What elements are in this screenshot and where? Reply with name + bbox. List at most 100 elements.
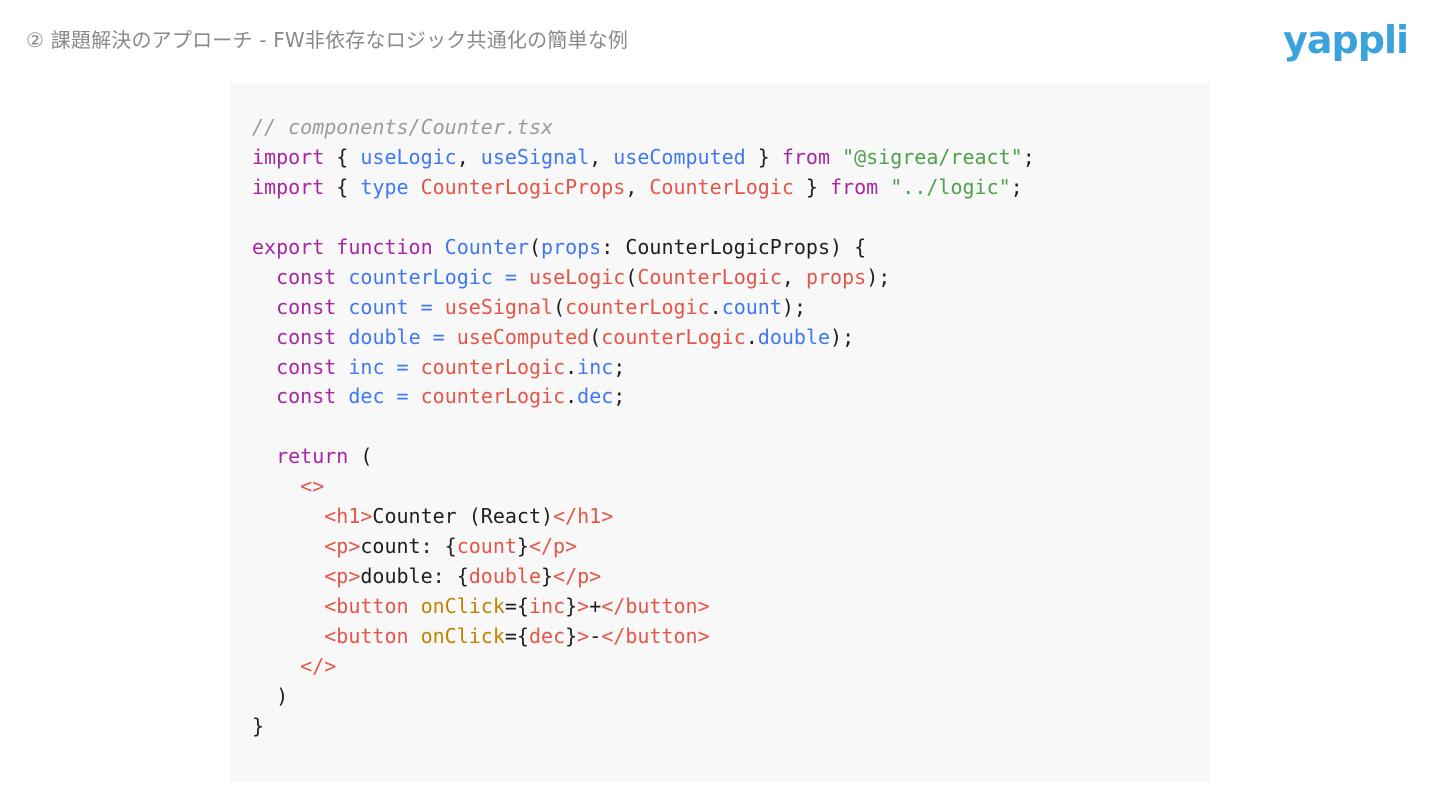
code-token: const bbox=[276, 354, 337, 379]
code-token: </h1> bbox=[553, 504, 614, 529]
code-token: useComputed bbox=[456, 324, 590, 349]
code-token: CounterLogic bbox=[649, 174, 794, 199]
code-token: = bbox=[504, 264, 517, 289]
code-token: props bbox=[805, 264, 867, 289]
code-token: onClick bbox=[420, 623, 505, 648]
code-token: double: { bbox=[360, 564, 469, 589]
code-token: , bbox=[781, 264, 806, 289]
code-token: } bbox=[565, 623, 578, 648]
code-line: <button onClick={inc}>+</button> bbox=[252, 592, 1035, 622]
yappli-logo: yappli bbox=[1283, 18, 1409, 62]
code-token: "../logic" bbox=[890, 174, 1011, 199]
code-token: = bbox=[420, 294, 433, 319]
code-token: counterLogic bbox=[420, 384, 566, 409]
code-token: } bbox=[516, 534, 529, 559]
code-token: ); bbox=[866, 264, 891, 289]
code-token: ={ bbox=[504, 623, 529, 648]
code-token: ; bbox=[1010, 174, 1023, 199]
code-token: ; bbox=[613, 354, 626, 379]
code-token: : CounterLogicProps) { bbox=[601, 234, 867, 259]
code-token: function bbox=[336, 234, 433, 259]
code-token: // components/Counter.tsx bbox=[252, 115, 554, 139]
code-token: <> bbox=[300, 474, 325, 499]
code-token: double bbox=[348, 324, 421, 349]
code-token: CounterLogic bbox=[637, 264, 782, 289]
code-token: ( bbox=[348, 444, 373, 469]
code-token: useLogic bbox=[529, 264, 626, 289]
code-line: <p>double: {double}</p> bbox=[252, 562, 1035, 592]
code-token: from bbox=[830, 174, 879, 199]
code-token: ( bbox=[528, 234, 542, 259]
code-token: Counter bbox=[444, 234, 529, 259]
code-token: count: { bbox=[360, 534, 457, 559]
code-token: ( bbox=[553, 294, 566, 319]
code-token: dec bbox=[348, 384, 385, 409]
code-token: inc bbox=[348, 354, 385, 379]
code-token: ={ bbox=[504, 594, 529, 618]
code-token: { bbox=[324, 144, 361, 169]
code-token: ; bbox=[613, 384, 626, 409]
code-line: export function Counter(props: CounterLo… bbox=[252, 233, 1035, 263]
code-token: inc bbox=[528, 594, 566, 618]
code-content: // components/Counter.tsx import { useLog… bbox=[252, 113, 1035, 742]
code-token: const bbox=[276, 294, 337, 319]
code-token: <h1> bbox=[324, 504, 373, 529]
code-token: </p> bbox=[553, 564, 602, 589]
code-token: CounterLogicProps bbox=[420, 174, 626, 199]
code-line: <h1>Counter (React)</h1> bbox=[252, 502, 1035, 532]
code-token: import bbox=[252, 144, 325, 169]
code-token: "@sigrea/react" bbox=[842, 144, 1023, 169]
code-token: dec bbox=[577, 384, 614, 409]
code-token: counterLogic bbox=[601, 324, 746, 349]
code-token: counterLogic bbox=[348, 264, 493, 289]
code-token: count bbox=[456, 534, 517, 559]
code-token: = bbox=[432, 324, 445, 349]
slide-title: ② 課題解決のアプローチ - FW非依存なロジック共通化の簡単な例 bbox=[26, 28, 629, 52]
code-block: // components/Counter.tsx import { useLog… bbox=[230, 83, 1210, 782]
code-token: useSignal bbox=[444, 294, 554, 319]
code-token: > bbox=[577, 594, 590, 618]
code-token: } bbox=[793, 174, 831, 199]
code-token: <p> bbox=[324, 534, 361, 559]
code-token: ( bbox=[625, 264, 638, 289]
code-token: . bbox=[745, 324, 758, 349]
code-line: <> bbox=[252, 472, 1035, 502]
code-token: Counter (React) bbox=[372, 504, 554, 529]
code-line: } bbox=[252, 712, 1035, 742]
code-token: import bbox=[252, 174, 325, 199]
code-token: onClick bbox=[420, 594, 505, 618]
code-token: export bbox=[252, 234, 325, 259]
code-token: counterLogic bbox=[420, 354, 566, 379]
code-token: - bbox=[589, 623, 602, 648]
code-token: count bbox=[721, 294, 782, 319]
code-token: } bbox=[745, 144, 782, 169]
